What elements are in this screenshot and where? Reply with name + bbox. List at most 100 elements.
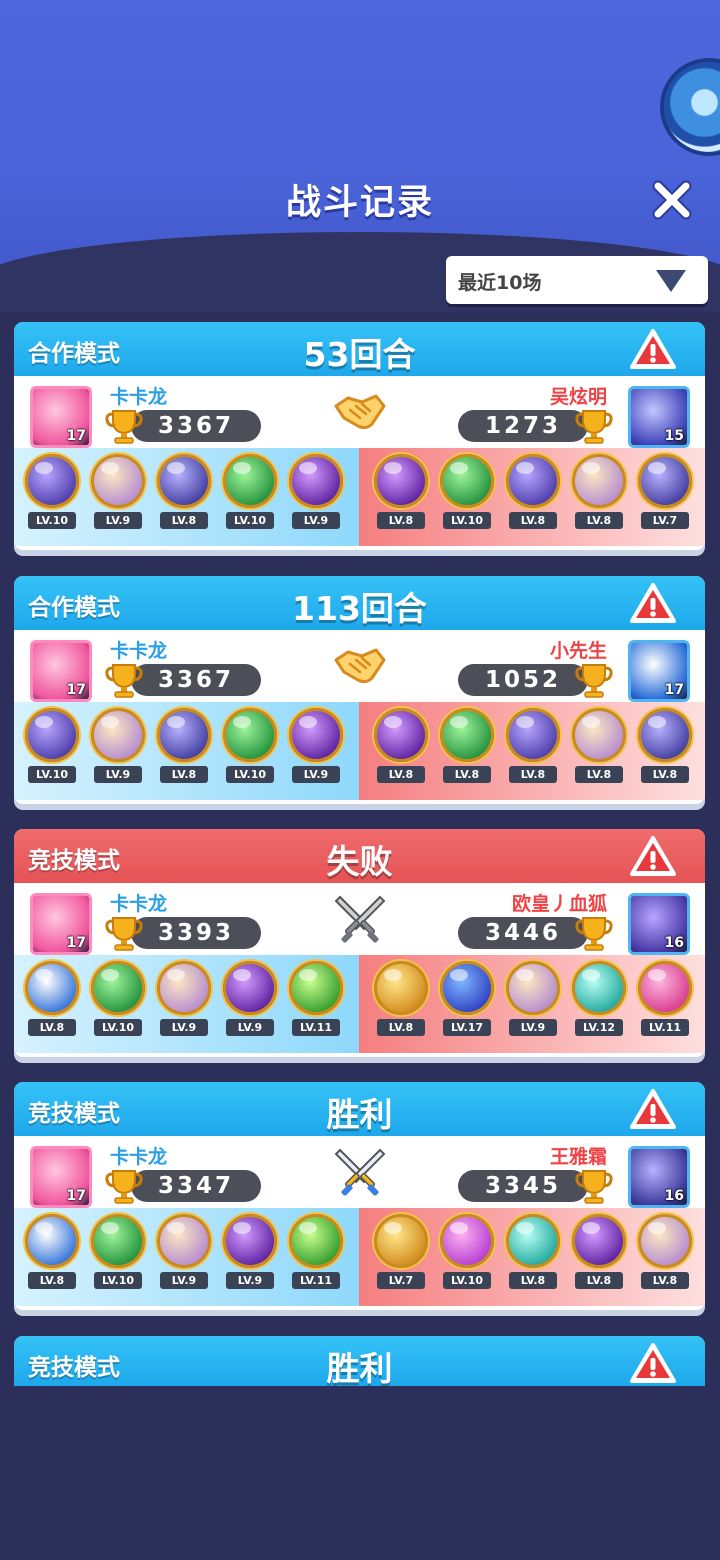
opponent-avatar[interactable]: 16 <box>628 1146 690 1208</box>
my-avatar-level: 17 <box>66 1188 86 1204</box>
butterfly-unit-icon <box>289 708 343 762</box>
unit-level: LV.9 <box>292 512 340 529</box>
unit-card[interactable]: LV.10 <box>22 708 82 788</box>
unit-card[interactable]: LV.8 <box>635 708 695 788</box>
unit-card[interactable]: LV.8 <box>437 708 497 788</box>
card-header: 竞技模式 胜利 <box>14 1336 705 1386</box>
unit-level: LV.10 <box>94 1272 142 1289</box>
my-team-units: LV.8 LV.10 LV.9 LV.9 LV.11 <box>14 1208 359 1306</box>
unit-card[interactable]: LV.8 <box>22 961 82 1041</box>
my-avatar[interactable]: 17 <box>30 640 92 702</box>
battle-record-card[interactable]: 合作模式 113回合 17 卡卡龙 3367 小先生 1052 17 LV.10 LV.9 LV.8… <box>14 576 705 804</box>
butterfly-unit-icon <box>572 1214 626 1268</box>
unit-level: LV.10 <box>226 766 274 783</box>
opponent-team-units: LV.8 LV.8 LV.8 LV.8 LV.8 <box>359 702 705 800</box>
unit-level: LV.9 <box>226 1019 274 1036</box>
opponent-avatar[interactable]: 15 <box>628 386 690 448</box>
unit-card[interactable]: LV.10 <box>437 1214 497 1294</box>
unit-card[interactable]: LV.9 <box>286 708 346 788</box>
unit-card[interactable]: LV.8 <box>503 708 563 788</box>
unit-level: LV.9 <box>94 766 142 783</box>
battle-record-card[interactable]: 竞技模式 胜利 <box>14 1336 705 1386</box>
butterfly-unit-icon <box>374 454 428 508</box>
unit-level: LV.8 <box>509 512 557 529</box>
unit-card[interactable]: LV.7 <box>371 1214 431 1294</box>
unit-card[interactable]: LV.10 <box>22 454 82 534</box>
opponent-avatar[interactable]: 16 <box>628 893 690 955</box>
unit-card[interactable]: LV.17 <box>437 961 497 1041</box>
unit-level: LV.8 <box>509 1272 557 1289</box>
unit-card[interactable]: LV.9 <box>154 961 214 1041</box>
result-label: 失败 <box>326 842 393 881</box>
unit-level: LV.10 <box>28 766 76 783</box>
close-icon[interactable] <box>650 178 694 222</box>
unit-card[interactable]: LV.9 <box>503 961 563 1041</box>
unit-card[interactable]: LV.9 <box>154 1214 214 1294</box>
unit-card[interactable]: LV.8 <box>371 708 431 788</box>
handshake-icon <box>332 384 388 440</box>
unit-card[interactable]: LV.8 <box>569 708 629 788</box>
unit-card[interactable]: LV.10 <box>88 961 148 1041</box>
unit-card[interactable]: LV.8 <box>154 454 214 534</box>
opponent-avatar-level: 17 <box>664 682 684 698</box>
arrow-unit-icon <box>91 961 145 1015</box>
unit-card[interactable]: LV.12 <box>569 961 629 1041</box>
battle-record-card[interactable]: 合作模式 53回合 17 卡卡龙 3367 吴炫明 1273 15 LV.10 LV.9 LV.8 L… <box>14 322 705 550</box>
unit-card[interactable]: LV.11 <box>286 961 346 1041</box>
ghost-unit-icon <box>25 708 79 762</box>
unit-card[interactable]: LV.9 <box>220 961 280 1041</box>
unit-card[interactable]: LV.9 <box>88 708 148 788</box>
unit-level: LV.10 <box>226 512 274 529</box>
butterfly-unit-icon <box>289 454 343 508</box>
battle-record-card[interactable]: 竞技模式 胜利 17 卡卡龙 3347 王雅霜 3345 16 LV.8 LV.10 LV.9 LV.… <box>14 1082 705 1310</box>
my-avatar[interactable]: 17 <box>30 1146 92 1208</box>
unit-card[interactable]: LV.8 <box>154 708 214 788</box>
unit-card[interactable]: LV.8 <box>569 454 629 534</box>
opponent-avatar[interactable]: 17 <box>628 640 690 702</box>
handshake-icon <box>332 638 388 694</box>
unit-card[interactable]: LV.9 <box>286 454 346 534</box>
opponent-player-name: 吴炫明 <box>549 386 607 408</box>
result-label: 胜利 <box>326 1349 393 1386</box>
tornado-unit-icon <box>572 961 626 1015</box>
unit-card[interactable]: LV.10 <box>437 454 497 534</box>
trophy-icon <box>104 1166 144 1206</box>
unit-level: LV.10 <box>443 1272 491 1289</box>
trophy-icon <box>574 406 614 446</box>
unit-card[interactable]: LV.7 <box>635 454 695 534</box>
arrow-unit-icon <box>223 708 277 762</box>
my-avatar[interactable]: 17 <box>30 893 92 955</box>
unit-card[interactable]: LV.10 <box>88 1214 148 1294</box>
unit-card[interactable]: LV.11 <box>635 961 695 1041</box>
unit-card[interactable]: LV.10 <box>220 708 280 788</box>
unit-level: LV.11 <box>292 1019 340 1036</box>
unit-level: LV.9 <box>160 1272 208 1289</box>
unit-card[interactable]: LV.8 <box>371 454 431 534</box>
unit-card[interactable]: LV.8 <box>569 1214 629 1294</box>
unit-card[interactable]: LV.8 <box>371 961 431 1041</box>
koi-unit-icon <box>25 961 79 1015</box>
tornado-unit-icon <box>506 1214 560 1268</box>
unit-card[interactable]: LV.10 <box>220 454 280 534</box>
opponent-team-units: LV.7 LV.10 LV.8 LV.8 LV.8 <box>359 1208 705 1306</box>
unit-card[interactable]: LV.9 <box>220 1214 280 1294</box>
knight-unit-icon <box>374 961 428 1015</box>
unit-card[interactable]: LV.8 <box>635 1214 695 1294</box>
unit-card[interactable]: LV.11 <box>286 1214 346 1294</box>
unit-level: LV.8 <box>575 1272 623 1289</box>
my-trophy-score: 3347 <box>131 1170 261 1202</box>
squid-unit-icon <box>506 961 560 1015</box>
unit-level: LV.8 <box>28 1019 76 1036</box>
unit-card[interactable]: LV.8 <box>22 1214 82 1294</box>
unit-card[interactable]: LV.8 <box>503 1214 563 1294</box>
unit-card[interactable]: LV.9 <box>88 454 148 534</box>
battle-record-card[interactable]: 竞技模式 失败 17 卡卡龙 3393 欧皇丿血狐 3446 16 LV.8 LV.10 LV.9 L… <box>14 829 705 1057</box>
my-avatar[interactable]: 17 <box>30 386 92 448</box>
opponent-player-name: 欧皇丿血狐 <box>511 893 607 915</box>
crossed-swords-icon <box>332 891 388 947</box>
unit-card[interactable]: LV.8 <box>503 454 563 534</box>
filter-dropdown[interactable]: 最近10场 <box>446 256 708 304</box>
opponent-player-name: 王雅霜 <box>549 1146 607 1168</box>
gem-unit-icon <box>289 1214 343 1268</box>
jelly-unit-icon <box>440 1214 494 1268</box>
